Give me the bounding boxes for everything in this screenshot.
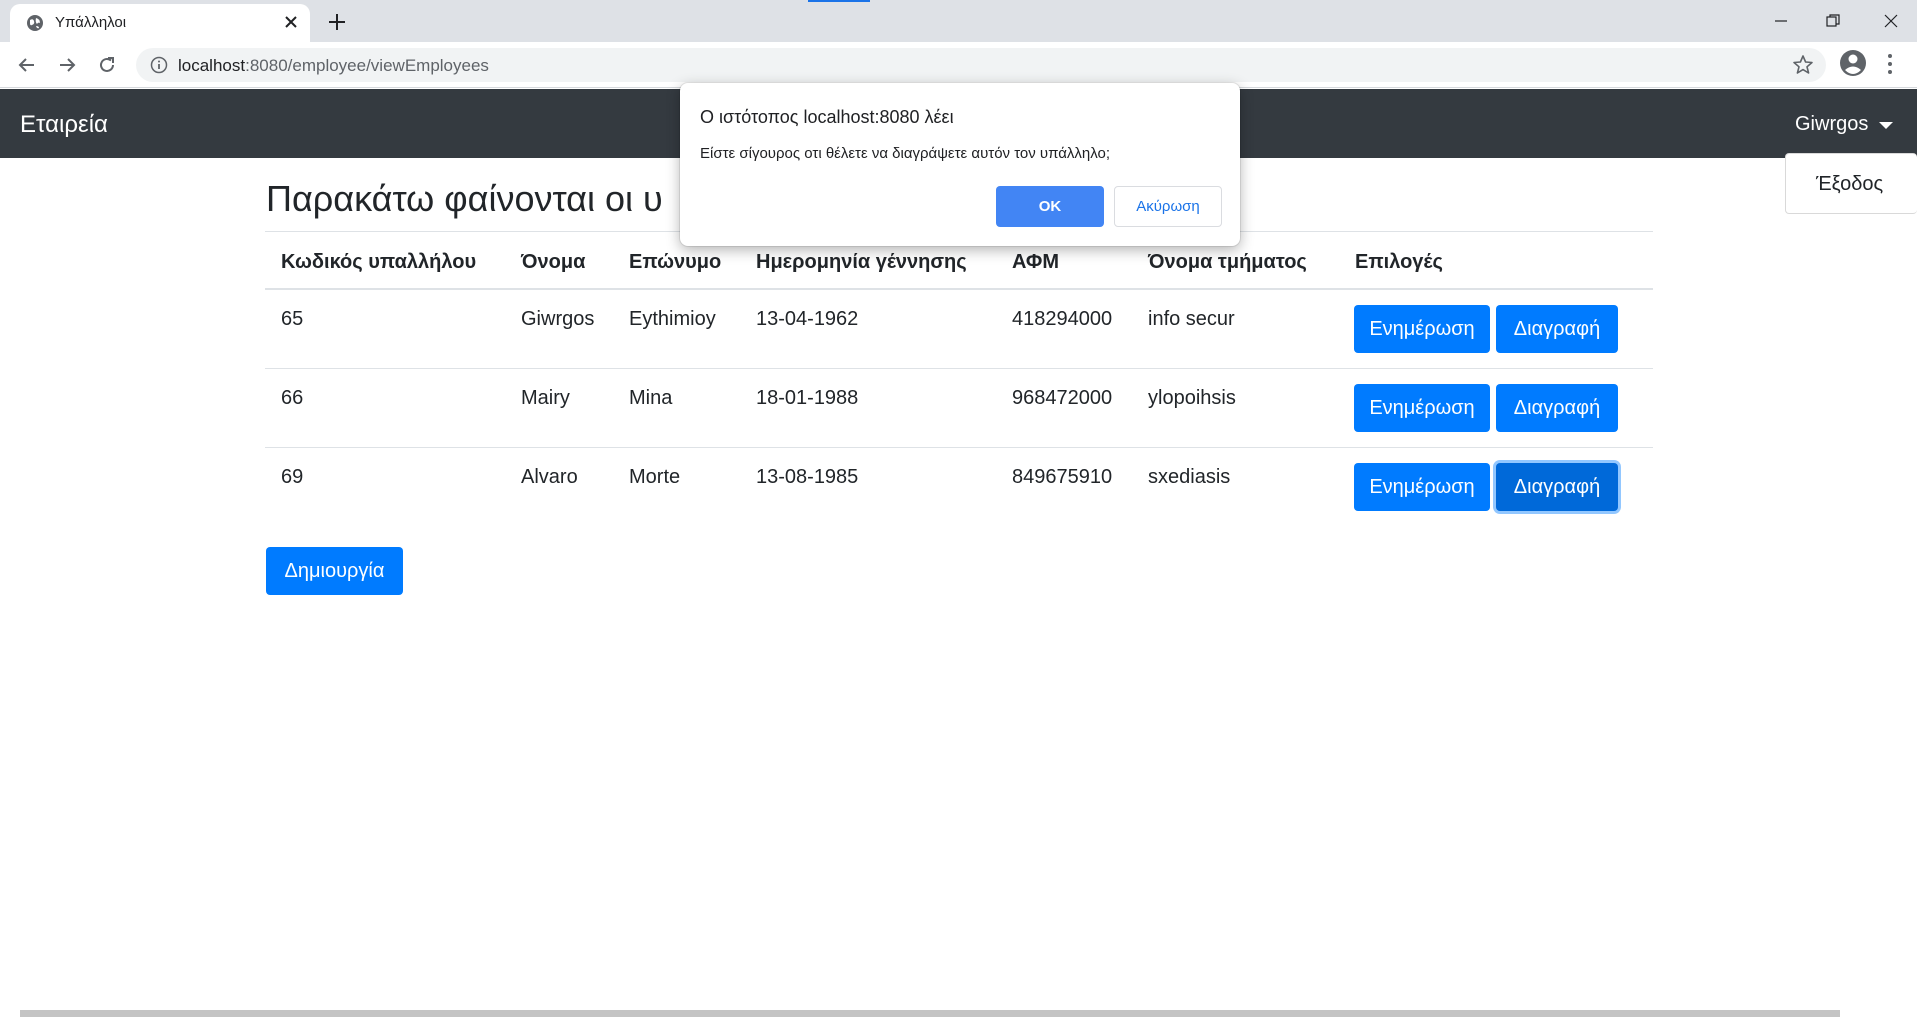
forward-button[interactable] (54, 52, 80, 78)
cell-first-name: Mairy (521, 387, 570, 409)
table-row: 65 Giwrgos Eythimioy 13-04-1962 41829400… (265, 290, 1653, 369)
delete-button[interactable]: Διαγραφή (1496, 463, 1618, 511)
dialog-message: Είστε σίγουρος οτι θέλετε να διαγράψετε … (700, 145, 1111, 162)
header-tax-id: ΑΦΜ (1012, 251, 1059, 273)
info-icon[interactable] (150, 56, 168, 74)
url-host: localhost (178, 56, 246, 75)
arrow-right-icon (60, 58, 76, 72)
cancel-button[interactable]: Ακύρωση (1114, 186, 1222, 227)
navbar-brand[interactable]: Εταιρεία (20, 111, 108, 139)
create-button[interactable]: Δημιουργία (266, 547, 403, 595)
browser-toolbar: localhost:8080/employee/viewEmployees (0, 42, 1917, 88)
browser-chrome: Υπάλληλοι localhost:8080/employee/viewEm… (0, 0, 1917, 88)
cell-birth-date: 13-04-1962 (756, 308, 859, 330)
address-bar[interactable]: localhost:8080/employee/viewEmployees (136, 48, 1826, 82)
cell-tax-id: 418294000 (1012, 308, 1113, 330)
cell-last-name: Morte (629, 466, 681, 488)
delete-button[interactable]: Διαγραφή (1496, 384, 1618, 432)
url-text[interactable]: localhost:8080/employee/viewEmployees (178, 56, 489, 76)
user-dropdown-toggle[interactable]: Giwrgos (1795, 113, 1894, 136)
table-row: 66 Mairy Mina 18-01-1988 968472000 ylopo… (265, 369, 1653, 448)
restore-button[interactable] (1810, 6, 1856, 36)
cell-first-name: Alvaro (521, 466, 578, 488)
logout-menu-item[interactable]: Έξοδος (1816, 173, 1883, 196)
confirm-dialog: Ο ιστότοπος localhost:8080 λέει Είστε σί… (680, 83, 1240, 246)
url-path: :8080/employee/viewEmployees (245, 56, 489, 75)
tab-title: Υπάλληλοι (55, 14, 127, 31)
header-last-name: Επώνυμο (629, 251, 722, 273)
table-row: 69 Alvaro Morte 13-08-1985 849675910 sxe… (265, 448, 1653, 527)
update-button[interactable]: Ενημέρωση (1354, 305, 1490, 353)
close-icon (1884, 14, 1898, 28)
header-employee-id: Κωδικός υπαλλήλου (281, 251, 477, 273)
arrow-left-icon (18, 58, 34, 72)
ok-button[interactable]: OK (996, 186, 1104, 227)
header-department: Όνομα τμήματος (1148, 251, 1307, 273)
cell-birth-date: 13-08-1985 (756, 466, 859, 488)
cell-tax-id: 849675910 (1012, 466, 1113, 488)
employees-table: Κωδικός υπαλλήλου Όνομα Επώνυμο Ημερομην… (265, 231, 1653, 527)
caret-down-icon (1879, 121, 1894, 129)
delete-button[interactable]: Διαγραφή (1496, 305, 1618, 353)
cell-department: ylopoihsis (1148, 387, 1236, 409)
reload-button[interactable] (94, 52, 120, 78)
cell-tax-id: 968472000 (1012, 387, 1113, 409)
plus-icon[interactable] (325, 10, 349, 34)
cell-department: sxediasis (1148, 466, 1231, 488)
star-icon[interactable] (1792, 54, 1814, 76)
cell-employee-id: 69 (281, 466, 304, 488)
close-window-button[interactable] (1868, 6, 1914, 36)
header-first-name: Όνομα (521, 251, 586, 273)
horizontal-scrollbar[interactable] (20, 1010, 1840, 1017)
minimize-button[interactable] (1758, 6, 1804, 36)
header-birth-date: Ημερομηνία γέννησης (756, 251, 967, 273)
cell-birth-date: 18-01-1988 (756, 387, 859, 409)
header-actions: Επιλογές (1355, 251, 1443, 273)
cell-first-name: Giwrgos (521, 308, 595, 330)
reload-icon (100, 57, 114, 72)
browser-tab[interactable]: Υπάλληλοι (10, 4, 310, 42)
cell-employee-id: 65 (281, 308, 304, 330)
user-name: Giwrgos (1795, 113, 1869, 135)
cell-employee-id: 66 (281, 387, 304, 409)
account-circle-icon[interactable] (1838, 48, 1868, 78)
restore-icon (1826, 14, 1840, 27)
globe-icon (27, 15, 43, 31)
update-button[interactable]: Ενημέρωση (1354, 463, 1490, 511)
tab-strip: Υπάλληλοι (0, 0, 1917, 42)
page-title: Παρακάτω φαίνονται οι υ (266, 178, 663, 219)
cell-last-name: Mina (629, 387, 673, 409)
kebab-menu-icon[interactable] (1880, 50, 1900, 78)
back-button[interactable] (14, 52, 40, 78)
cell-last-name: Eythimioy (629, 308, 716, 330)
close-icon[interactable] (281, 12, 301, 32)
dialog-title: Ο ιστότοπος localhost:8080 λέει (700, 107, 954, 127)
minimize-icon (1775, 20, 1787, 22)
update-button[interactable]: Ενημέρωση (1354, 384, 1490, 432)
user-dropdown-menu: Έξοδος (1785, 153, 1917, 214)
cell-department: info secur (1148, 308, 1235, 330)
